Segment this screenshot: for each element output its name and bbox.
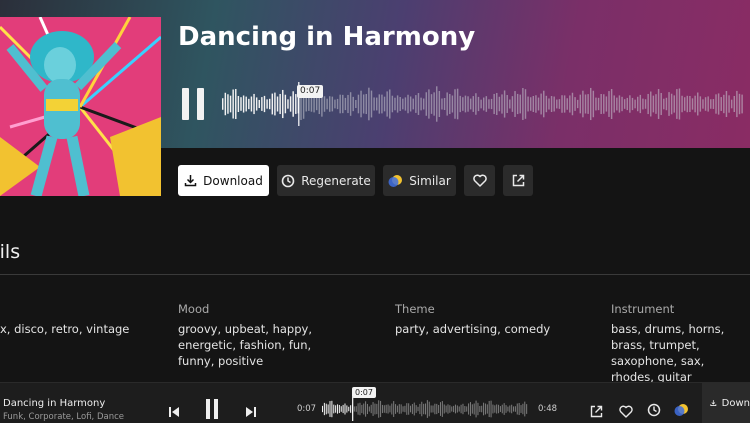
player-playhead-tooltip: 0:07 [352, 387, 376, 398]
share-button[interactable] [503, 165, 533, 196]
regenerate-button[interactable]: Regenerate [277, 165, 375, 196]
player-track-title[interactable]: Dancing in Harmony [3, 398, 105, 409]
instrument-label: Instrument [611, 302, 675, 316]
regenerate-icon [647, 403, 661, 417]
player-track-tags: Funk, Corporate, Lofi, Dance [3, 412, 125, 422]
skip-next-icon [246, 407, 256, 417]
player-share-button[interactable] [590, 403, 603, 422]
player-waveform-seekbar[interactable] [322, 397, 528, 421]
pause-icon [206, 399, 218, 419]
next-button[interactable] [245, 403, 257, 422]
mood-label: Mood [178, 302, 210, 316]
player-current-time: 0:07 [297, 404, 317, 414]
details-heading: ails [0, 241, 21, 263]
similar-button[interactable]: Similar [383, 165, 456, 196]
download-icon [184, 175, 197, 187]
player-favorite-button[interactable] [619, 403, 633, 422]
player-regenerate-button[interactable] [647, 402, 661, 421]
theme-label: Theme [395, 302, 435, 316]
player-download-button[interactable]: Down [702, 383, 750, 423]
genre-tags: x, disco, retro, vintage [0, 322, 130, 336]
download-icon [710, 400, 717, 406]
heart-icon [619, 405, 633, 418]
skip-previous-icon [169, 407, 179, 417]
similar-label: Similar [409, 173, 451, 188]
player-download-label: Down [721, 397, 750, 409]
pause-icon [182, 88, 189, 120]
similar-icon [388, 174, 403, 187]
instrument-tags: bass, drums, horns, brass, trumpet, saxo… [611, 322, 725, 384]
heart-icon [472, 174, 487, 187]
player-pause-button[interactable] [205, 399, 219, 423]
regenerate-icon [281, 174, 295, 187]
track-title: Dancing in Harmony [178, 22, 476, 52]
favorite-button[interactable] [464, 165, 495, 196]
mood-tags: groovy, upbeat, happy, energetic, fashio… [178, 322, 312, 368]
download-button[interactable]: Download [178, 165, 269, 196]
album-cover [0, 17, 161, 196]
playhead-time-tooltip: 0:07 [297, 85, 324, 98]
theme-tags: party, advertising, comedy [395, 322, 551, 336]
player-similar-button[interactable] [674, 402, 689, 421]
previous-button[interactable] [168, 403, 180, 422]
bottom-player-bar: Dancing in Harmony Funk, Corporate, Lofi… [0, 382, 750, 423]
pause-button[interactable] [182, 88, 206, 120]
section-divider [0, 274, 750, 275]
regenerate-label: Regenerate [301, 173, 371, 188]
share-external-icon [590, 405, 603, 418]
player-duration: 0:48 [538, 404, 558, 414]
share-external-icon [512, 174, 524, 187]
similar-icon [674, 404, 688, 416]
download-label: Download [203, 173, 263, 188]
playhead-marker[interactable] [352, 397, 354, 421]
